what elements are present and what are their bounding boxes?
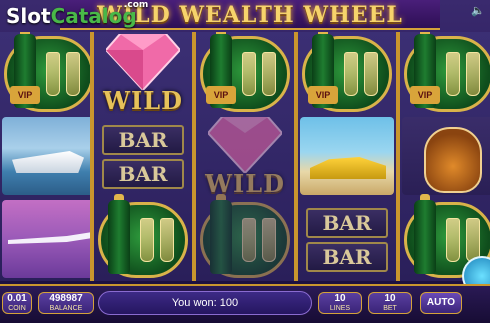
- diamond-icon: [106, 34, 180, 90]
- bet-label: BET: [383, 305, 397, 312]
- slotcatalog-watermark: SlotCatalog .com: [6, 0, 148, 28]
- diamond-icon: [208, 117, 282, 173]
- reel-3: VIP WILD: [194, 32, 296, 281]
- wild-label: WILD: [205, 169, 285, 198]
- watermark-slot: Slot: [6, 4, 51, 28]
- bar-label: BAR: [306, 242, 388, 272]
- symbol-champagne: VIP: [400, 32, 490, 115]
- wild-label: WILD: [103, 86, 183, 115]
- reel-1: VIP: [0, 32, 92, 281]
- win-message: You won: 100: [98, 291, 312, 315]
- bar-label: BAR: [306, 208, 388, 238]
- balance-display: 498987 BALANCE: [38, 292, 94, 314]
- reel-5: VIP: [398, 32, 490, 281]
- symbol-wild-diamond: WILD: [196, 115, 294, 198]
- lines-label: LINES: [329, 305, 351, 312]
- symbol-bar-double: BAR BAR: [298, 198, 396, 281]
- vip-label: VIP: [410, 86, 440, 104]
- speaker-icon[interactable]: 🔈: [470, 4, 486, 18]
- lines-button[interactable]: 10 LINES: [318, 292, 362, 314]
- coin-value: 0.01: [7, 293, 27, 304]
- bet-button[interactable]: 10 BET: [368, 292, 412, 314]
- vip-label: VIP: [10, 86, 40, 104]
- auto-button[interactable]: AUTO: [420, 292, 462, 314]
- balance-value: 498987: [49, 293, 83, 304]
- symbol-sports-car: [298, 115, 396, 198]
- coin-label: COIN: [8, 305, 26, 312]
- bar-label: BAR: [102, 159, 184, 189]
- bet-value: 10: [384, 293, 396, 304]
- balance-label: BALANCE: [49, 305, 83, 312]
- lines-value: 10: [334, 293, 346, 304]
- symbol-yacht: [0, 115, 90, 198]
- symbol-champagne: VIP: [196, 32, 294, 115]
- reel-4: VIP BAR BAR: [296, 32, 398, 281]
- symbol-wild-diamond: WILD: [94, 32, 192, 115]
- symbol-cognac: [400, 115, 490, 198]
- symbol-bar-double: BAR BAR: [94, 115, 192, 198]
- bar-label: BAR: [102, 125, 184, 155]
- symbol-champagne: VIP: [0, 32, 90, 115]
- symbol-champagne: VIP: [298, 32, 396, 115]
- vip-label: VIP: [308, 86, 338, 104]
- symbol-jet: [0, 198, 90, 281]
- symbol-champagne: [94, 194, 192, 281]
- symbol-champagne: [196, 194, 294, 281]
- vip-label: VIP: [206, 86, 236, 104]
- watermark-com: .com: [124, 0, 149, 10]
- reel-2: WILD BAR BAR: [92, 32, 194, 281]
- coin-value-button[interactable]: 0.01 COIN: [2, 292, 32, 314]
